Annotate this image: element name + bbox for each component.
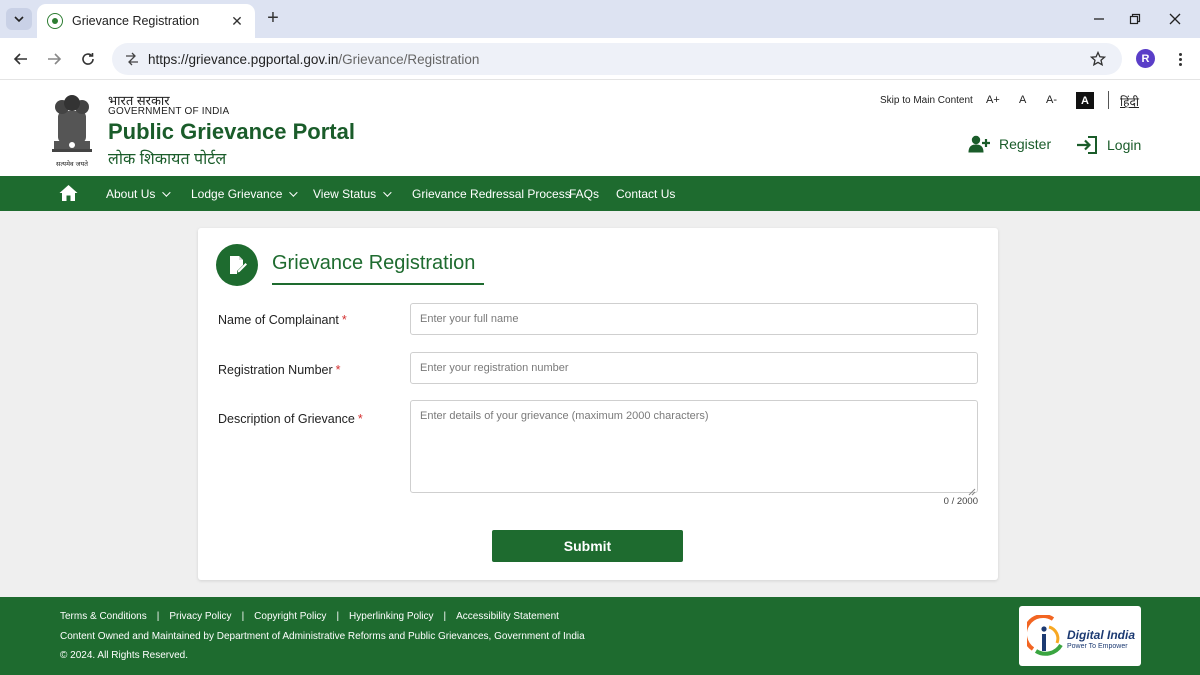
digital-india-mark-icon [1027, 615, 1063, 656]
digital-india-title: Digital India [1067, 628, 1136, 642]
nav-item-view-status[interactable]: View Status [313, 187, 392, 201]
forward-arrow-icon[interactable] [42, 47, 66, 71]
name-label-text: Name of Complainant [218, 313, 339, 327]
url-domain: https://grievance.pgportal.gov.in [148, 51, 339, 67]
register-link[interactable]: Register [968, 135, 1051, 153]
chevron-down-icon [289, 188, 299, 197]
font-decrease-button[interactable]: A- [1046, 94, 1057, 106]
footer-link-terms[interactable]: Terms & Conditions [60, 611, 147, 622]
browser-menu-icon[interactable] [1170, 49, 1190, 69]
digital-india-tagline: Power To Empower [1067, 643, 1128, 650]
minimize-icon[interactable] [1086, 8, 1112, 30]
chevron-down-icon [14, 16, 24, 23]
new-tab-button[interactable]: + [262, 8, 284, 30]
main-navigation: About Us Lodge Grievance View Status Gri… [0, 176, 1200, 211]
footer-separator: | [156, 611, 160, 622]
browser-tab-active[interactable]: Grievance Registration ✕ [37, 4, 255, 38]
chevron-down-icon [162, 188, 172, 197]
form-title: Grievance Registration [272, 252, 476, 274]
restore-icon[interactable] [1122, 8, 1148, 30]
complainant-name-input[interactable] [410, 303, 978, 335]
tab-search-button[interactable] [6, 8, 32, 30]
name-field-label: Name of Complainant * [218, 313, 347, 327]
back-arrow-icon[interactable] [9, 47, 33, 71]
chevron-down-icon [383, 188, 392, 197]
language-toggle-link[interactable]: हिंदी [1120, 93, 1139, 110]
title-underline [272, 283, 484, 285]
font-normal-button[interactable]: A [1019, 94, 1026, 106]
footer-copyright: © 2024. All Rights Reserved. [60, 650, 188, 661]
required-marker: * [357, 412, 363, 426]
high-contrast-button[interactable]: A [1076, 92, 1094, 109]
home-icon[interactable] [59, 184, 78, 202]
footer-links: Terms & Conditions | Privacy Policy | Co… [60, 611, 559, 622]
grievance-description-textarea[interactable] [410, 400, 978, 493]
site-header: सत्यमेव जयते भारत सरकार GOVERNMENT OF IN… [0, 81, 1200, 176]
tab-close-icon[interactable]: ✕ [229, 13, 245, 30]
reload-icon[interactable] [76, 47, 100, 71]
submit-button[interactable]: Submit [492, 530, 683, 562]
close-window-icon[interactable] [1162, 8, 1188, 30]
site-favicon-icon [47, 13, 63, 29]
utility-divider [1108, 91, 1109, 109]
footer-separator: | [336, 611, 340, 622]
site-settings-icon[interactable] [122, 49, 142, 69]
add-user-icon [968, 135, 990, 153]
url-path: /Grievance/Registration [338, 51, 480, 67]
nav-item-about-us[interactable]: About Us [106, 187, 172, 201]
nav-item-label: About Us [106, 187, 156, 201]
required-marker: * [341, 313, 347, 327]
nav-item-lodge-grievance[interactable]: Lodge Grievance [191, 187, 299, 201]
nav-item-label: View Status [313, 187, 377, 201]
login-link[interactable]: Login [1076, 135, 1141, 155]
registration-field-label: Registration Number * [218, 363, 341, 377]
footer-separator: | [241, 611, 245, 622]
profile-avatar[interactable]: R [1136, 49, 1155, 68]
font-increase-button[interactable]: A+ [986, 94, 1000, 106]
tab-title: Grievance Registration [72, 14, 200, 28]
portal-title: Public Grievance Portal [108, 119, 355, 144]
registration-form-card: Grievance Registration Name of Complaina… [198, 228, 998, 580]
nav-item-redressal-process[interactable]: Grievance Redressal Process [412, 187, 571, 201]
url-text: https://grievance.pgportal.gov.in/Grieva… [148, 52, 479, 67]
bookmark-star-icon[interactable] [1088, 49, 1108, 69]
footer-link-hyperlinking[interactable]: Hyperlinking Policy [349, 611, 433, 622]
required-marker: * [335, 363, 341, 377]
nav-item-faqs[interactable]: FAQs [569, 187, 599, 201]
login-label: Login [1107, 137, 1142, 153]
nav-item-label: Lodge Grievance [191, 187, 283, 201]
registration-number-input[interactable] [410, 352, 978, 384]
nav-item-label: Contact Us [616, 187, 676, 201]
description-label-text: Description of Grievance [218, 412, 355, 426]
site-footer: Terms & Conditions | Privacy Policy | Co… [0, 597, 1200, 675]
government-english-label: GOVERNMENT OF INDIA [108, 106, 230, 117]
browser-toolbar: https://grievance.pgportal.gov.in/Grieva… [0, 38, 1200, 80]
resize-handle-icon[interactable] [968, 483, 976, 496]
login-icon [1077, 136, 1097, 154]
footer-separator: | [443, 611, 447, 622]
footer-link-copyright[interactable]: Copyright Policy [254, 611, 326, 622]
footer-link-accessibility[interactable]: Accessibility Statement [456, 611, 559, 622]
nav-item-label: FAQs [569, 187, 600, 201]
emblem-motto: सत्यमेव जयते [56, 160, 88, 168]
footer-ownership-text: Content Owned and Maintained by Departme… [60, 631, 585, 642]
digital-india-logo[interactable]: Digital India Power To Empower [1019, 606, 1141, 666]
portal-title-hindi: लोक शिकायत पोर्टल [108, 151, 227, 168]
footer-link-privacy[interactable]: Privacy Policy [169, 611, 231, 622]
character-counter: 0 / 2000 [943, 496, 978, 507]
description-field-label: Description of Grievance * [218, 412, 363, 426]
main-content: Grievance Registration Name of Complaina… [0, 211, 1200, 597]
edit-document-icon [216, 244, 258, 286]
nav-item-label: Grievance Redressal Process [412, 187, 571, 201]
address-bar[interactable]: https://grievance.pgportal.gov.in/Grieva… [112, 43, 1122, 75]
registration-label-text: Registration Number [218, 363, 333, 377]
nav-item-contact-us[interactable]: Contact Us [616, 187, 675, 201]
national-emblem-logo: सत्यमेव जयते [48, 91, 96, 169]
browser-tab-strip: Grievance Registration ✕ + [0, 0, 1200, 38]
skip-to-main-link[interactable]: Skip to Main Content [880, 95, 973, 106]
register-label: Register [999, 136, 1052, 152]
